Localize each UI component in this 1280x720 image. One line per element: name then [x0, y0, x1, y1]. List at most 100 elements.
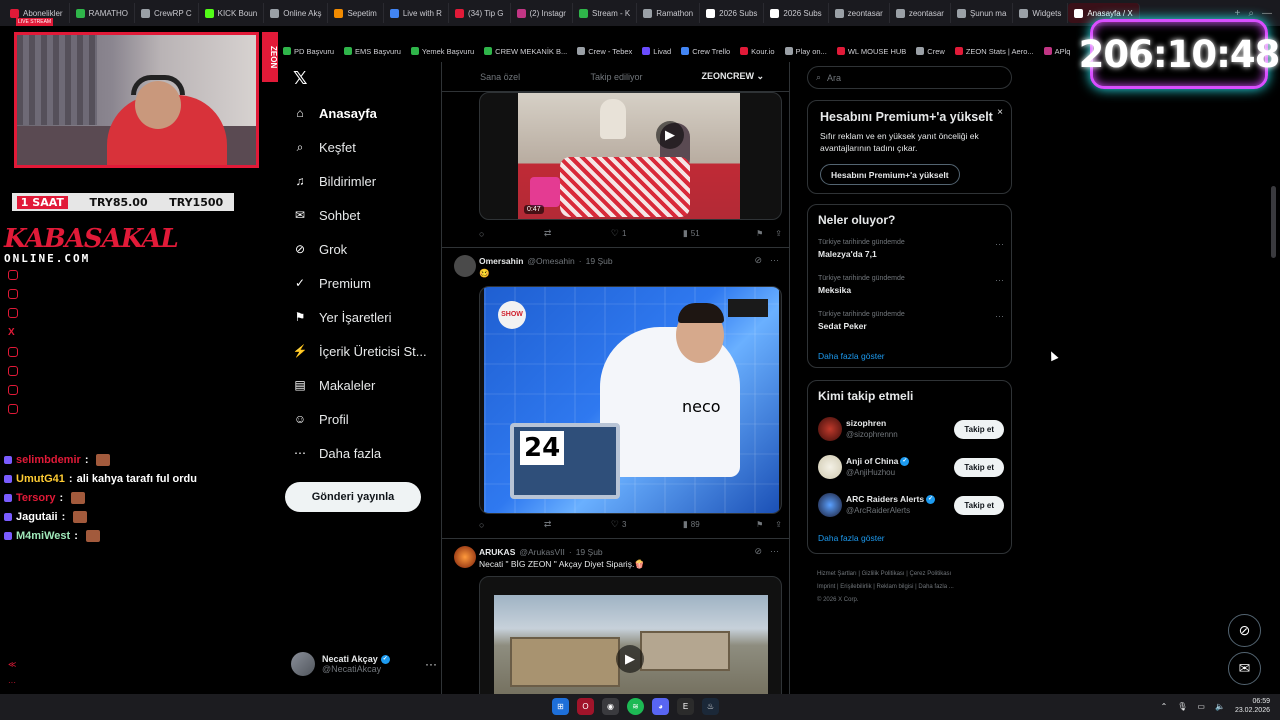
- browser-tab[interactable]: (2) Instagr: [511, 3, 573, 23]
- obs-icon[interactable]: ◉: [602, 698, 619, 715]
- follow-suggestion[interactable]: sizophren @sizophrennn Takip et: [818, 417, 1004, 443]
- share-icon[interactable]: ⇪: [775, 520, 782, 529]
- nav-item-more[interactable]: ⋯ Daha fazla: [293, 442, 381, 464]
- more-icon[interactable]: ···: [995, 311, 1004, 321]
- bookmark-item[interactable]: Crew - Tebex: [574, 47, 635, 56]
- volume-icon[interactable]: 🔈: [1215, 702, 1225, 711]
- bookmark-item[interactable]: APlq: [1041, 47, 1074, 56]
- bookmark-item[interactable]: Crew Trello: [678, 47, 733, 56]
- browser-tab[interactable]: Şunun ma: [951, 3, 1014, 23]
- browser-tab[interactable]: Ramathon: [637, 3, 701, 23]
- bookmark-item[interactable]: Yemek Başvuru: [408, 47, 477, 56]
- close-icon[interactable]: ×: [997, 107, 1003, 118]
- epic-games-icon[interactable]: E: [677, 698, 694, 715]
- browser-tab[interactable]: Stream - K: [573, 3, 638, 23]
- like-button[interactable]: ♡ 3: [611, 519, 627, 530]
- post-date[interactable]: 19 Şub: [586, 256, 613, 266]
- avatar[interactable]: [818, 455, 842, 479]
- author-name[interactable]: Omersahin: [479, 256, 523, 266]
- more-icon[interactable]: ···: [770, 546, 779, 557]
- chevron-up-icon[interactable]: ⌃: [1161, 702, 1168, 711]
- browser-tab[interactable]: (34) Tip G: [449, 3, 511, 23]
- bookmark-icon[interactable]: ⚑: [756, 520, 763, 529]
- nav-item-bookmark[interactable]: ⚑ Yer İşaretleri: [293, 306, 392, 328]
- nav-item-mail[interactable]: ✉ Sohbet: [293, 204, 360, 226]
- reply-button[interactable]: ○: [479, 520, 487, 530]
- avatar[interactable]: [454, 255, 476, 277]
- grok-fab-icon[interactable]: ⊘: [1228, 614, 1261, 647]
- author-name[interactable]: ARUKAS: [479, 547, 515, 557]
- footer-link[interactable]: Imprint: [817, 584, 835, 590]
- browser-tab[interactable]: Sepetim: [328, 3, 384, 23]
- footer-link[interactable]: Reklam bilgisi: [877, 584, 914, 590]
- like-button[interactable]: ♡ 1: [611, 228, 627, 239]
- browser-tab[interactable]: RAMATHO: [70, 3, 135, 23]
- account-switcher[interactable]: Necati Akçay ✓ @NecatiAkcay ···: [291, 652, 437, 676]
- nav-item-profile[interactable]: ☺ Profil: [293, 408, 349, 430]
- follow-show-more[interactable]: Daha fazla göster: [818, 533, 885, 543]
- avatar[interactable]: [818, 417, 842, 441]
- views-button[interactable]: ▮ 89: [683, 519, 700, 530]
- browser-tab[interactable]: Live with R: [384, 3, 449, 23]
- bookmark-item[interactable]: Crew: [913, 47, 948, 56]
- footer-link[interactable]: Daha fazla ...: [918, 584, 953, 590]
- nav-item-grok[interactable]: ⊘ Grok: [293, 238, 347, 260]
- chat-username[interactable]: selimbdemir: [16, 454, 81, 466]
- footer-link[interactable]: Hizmet Şartları: [817, 571, 857, 577]
- feed-tab[interactable]: ZEONCREW ⌄: [675, 71, 789, 82]
- browser-tab[interactable]: KICK Boun: [199, 3, 265, 23]
- browser-tab[interactable]: Widgets: [1013, 3, 1069, 23]
- search-box[interactable]: ⌕: [807, 66, 1012, 89]
- chat-username[interactable]: UmutG41: [16, 473, 65, 485]
- more-icon[interactable]: ···: [995, 275, 1004, 285]
- spotify-icon[interactable]: ≋: [627, 698, 644, 715]
- play-icon[interactable]: ▶: [616, 645, 644, 673]
- post-date[interactable]: 19 Şub: [576, 547, 603, 557]
- x-logo-icon[interactable]: 𝕏: [293, 68, 308, 89]
- video-media[interactable]: ▶ 0:47: [479, 92, 782, 220]
- nav-item-article[interactable]: ▤ Makaleler: [293, 374, 375, 396]
- bookmark-item[interactable]: WL MOUSE HUB: [834, 47, 909, 56]
- chat-username[interactable]: M4miWest: [16, 530, 70, 542]
- avatar[interactable]: [818, 493, 842, 517]
- feed-tab[interactable]: Takip ediliyor: [558, 72, 674, 82]
- footer-link[interactable]: Çerez Politikası: [910, 571, 952, 577]
- search-tabs-icon[interactable]: ⌕: [1248, 8, 1254, 19]
- image-media[interactable]: 24 neco SHOW: [479, 286, 782, 514]
- chat-username[interactable]: Jagutaii: [16, 511, 58, 523]
- trend-item[interactable]: Türkiye tarihinde gündemde Sedat Peker ···: [818, 311, 1004, 331]
- nav-item-home[interactable]: ⌂ Anasayfa: [293, 102, 376, 124]
- network-icon[interactable]: ▭: [1197, 702, 1205, 711]
- bookmark-item[interactable]: EMS Başvuru: [341, 47, 404, 56]
- more-icon[interactable]: ···: [995, 239, 1004, 249]
- nav-item-creator[interactable]: ⚡ İçerik Üreticisi St...: [293, 340, 427, 362]
- bookmark-icon[interactable]: ⚑: [756, 229, 763, 238]
- browser-tab[interactable]: CrewRP C: [135, 3, 199, 23]
- more-icon[interactable]: ···: [425, 657, 437, 671]
- browser-tab[interactable]: 2026 Subs: [764, 3, 829, 23]
- repost-button[interactable]: ⇄: [544, 519, 555, 530]
- browser-tab[interactable]: 2026 Subs: [700, 3, 765, 23]
- footer-link[interactable]: Erişilebilirlik: [840, 584, 871, 590]
- nav-item-premium[interactable]: ✓ Premium: [293, 272, 371, 294]
- search-input[interactable]: [827, 72, 998, 83]
- trend-item[interactable]: Türkiye tarihinde gündemde Meksika ···: [818, 275, 1004, 295]
- more-icon[interactable]: ···: [770, 255, 779, 266]
- opera-icon[interactable]: O: [577, 698, 594, 715]
- steam-icon[interactable]: ♨: [702, 698, 719, 715]
- video-media[interactable]: ▶: [479, 576, 782, 694]
- views-button[interactable]: ▮ 51: [683, 228, 700, 239]
- play-icon[interactable]: ▶: [656, 121, 684, 149]
- footer-link[interactable]: © 2026 X Corp.: [817, 597, 858, 603]
- browser-tab[interactable]: zeontasar: [890, 3, 951, 23]
- start-icon[interactable]: ⊞: [552, 698, 569, 715]
- discord-icon[interactable]: ◕: [652, 698, 669, 715]
- messages-fab-icon[interactable]: ✉: [1228, 652, 1261, 685]
- follow-button[interactable]: Takip et: [954, 496, 1004, 515]
- browser-tab[interactable]: zeontasar: [829, 3, 890, 23]
- trends-show-more[interactable]: Daha fazla göster: [818, 351, 885, 361]
- new-tab-icon[interactable]: +: [1235, 8, 1241, 19]
- system-clock[interactable]: 06:59 23.02.2026: [1235, 697, 1270, 715]
- grok-icon[interactable]: ⊘: [754, 546, 762, 557]
- trend-item[interactable]: Türkiye tarihinde gündemde Malezya'da 7,1…: [818, 239, 1004, 259]
